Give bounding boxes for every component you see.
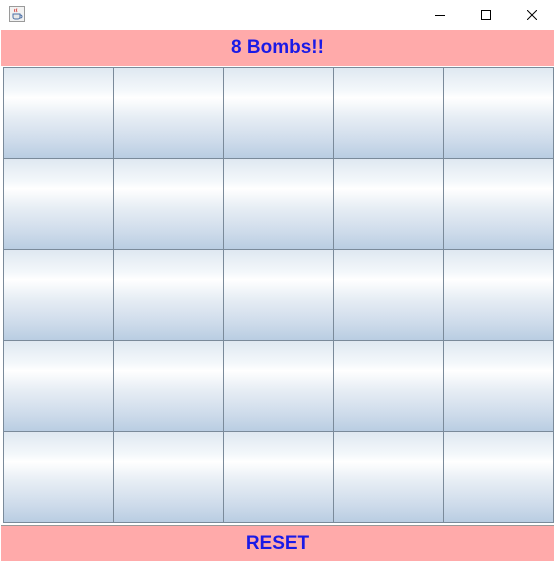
mine-cell[interactable] [333,67,444,159]
game-window: 8 Bombs!! RESET [0,0,555,561]
reset-button[interactable]: RESET [1,525,554,561]
mine-cell[interactable] [333,158,444,250]
minimize-button[interactable] [417,0,463,29]
minimize-icon [435,14,445,16]
mine-cell[interactable] [3,340,114,432]
bomb-count-label: 8 Bombs!! [1,30,554,66]
mine-cell[interactable] [113,67,224,159]
mine-cell[interactable] [3,431,114,523]
java-cup-icon [9,6,25,22]
mine-cell[interactable] [223,431,334,523]
mine-cell[interactable] [113,249,224,341]
mine-cell[interactable] [223,249,334,341]
mine-cell[interactable] [223,67,334,159]
mine-cell[interactable] [223,340,334,432]
mine-cell[interactable] [333,431,444,523]
mine-cell[interactable] [113,431,224,523]
close-button[interactable] [509,0,555,29]
mine-cell[interactable] [443,249,554,341]
mine-cell[interactable] [443,431,554,523]
close-icon [527,9,537,20]
mine-cell[interactable] [333,340,444,432]
mine-cell[interactable] [223,158,334,250]
minefield-grid [3,67,554,523]
maximize-icon [481,9,491,20]
mine-cell[interactable] [113,340,224,432]
mine-cell[interactable] [3,249,114,341]
mine-cell[interactable] [3,158,114,250]
maximize-button[interactable] [463,0,509,29]
mine-cell[interactable] [333,249,444,341]
mine-cell[interactable] [3,67,114,159]
title-bar[interactable] [0,0,555,29]
mine-cell[interactable] [113,158,224,250]
mine-cell[interactable] [443,67,554,159]
mine-cell[interactable] [443,158,554,250]
mine-cell[interactable] [443,340,554,432]
